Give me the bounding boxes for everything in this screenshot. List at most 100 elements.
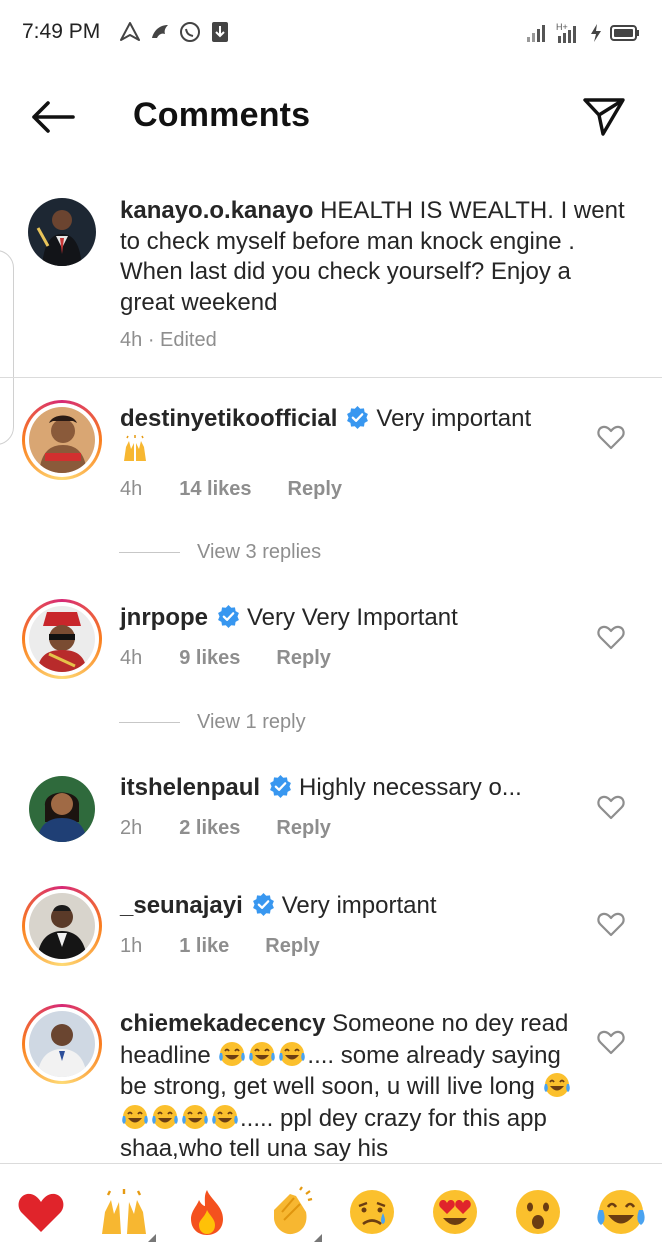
comment-username[interactable]: jnrpope [120,604,208,631]
reaction-fire[interactable] [181,1186,233,1238]
more-variants-indicator [314,1234,322,1242]
like-heart-icon[interactable] [597,1029,625,1055]
caption-edited: · Edited [147,329,217,351]
avatar[interactable] [28,198,96,266]
raising-hands-emoji [124,434,146,461]
status-time: 7:49 PM [22,20,101,43]
comment-time: 4h [120,647,143,669]
comment-text: chiemekadecency Someone no dey read head… [120,1009,590,1165]
avatar[interactable] [29,407,95,473]
verified-badge-icon [252,893,274,916]
comment-meta: 2h 2 likes Reply [120,817,331,840]
view-replies-line [119,722,180,723]
reaction-heart-eyes[interactable] [429,1186,481,1238]
comment-username[interactable]: itshelenpaul [120,774,260,801]
reaction-raising-hands[interactable] [98,1186,150,1238]
back-arrow-icon [32,101,75,133]
send-button[interactable] [578,94,630,140]
comment-time: 2h [120,817,143,839]
comment-username[interactable]: _seunajayi [120,892,243,919]
caption-time: 4h [120,329,143,351]
like-heart-icon[interactable] [597,424,625,450]
red-heart-icon [18,1193,64,1232]
avatar[interactable] [29,776,95,842]
battery-icon [610,24,640,47]
status-notification-icons [118,19,232,45]
reaction-astonished-face[interactable] [512,1186,564,1238]
avatar[interactable] [29,1011,95,1077]
download-icon [208,19,232,45]
reaction-tears-of-joy[interactable] [595,1186,647,1238]
hplus-signal-icon: H+ [556,22,582,49]
tears-of-joy-emoji [152,1104,178,1129]
comment-meta: 4h 14 likes Reply [120,478,342,501]
comments-header: Comments [0,66,662,170]
tears-of-joy-emoji [212,1104,238,1129]
comment-body: Very important [376,405,532,432]
view-replies-button[interactable]: View 3 replies [119,541,321,564]
tears-of-joy-emoji [279,1041,306,1066]
comment-body: Highly necessary o... [299,774,522,801]
like-heart-icon[interactable] [597,794,625,820]
post-caption: kanayo.o.kanayo HEALTH IS WEALTH. I went… [0,190,662,378]
comment-text: jnrpope Very Very Important [120,603,590,634]
comment-meta: 4h 9 likes Reply [120,647,331,670]
reaction-crying-face[interactable] [346,1186,398,1238]
reply-button[interactable]: Reply [276,817,330,840]
likes-count[interactable]: 2 likes [179,817,240,840]
clapping-hands-icon [274,1186,313,1235]
view-replies-label: View 1 reply [197,711,306,733]
svg-text:H+: H+ [556,22,568,32]
comment-text: _seunajayi Very important [120,891,590,922]
verified-badge-icon [218,605,239,628]
astonished-face-icon [516,1190,560,1234]
comment-text: itshelenpaul Highly necessary o... [120,773,590,804]
comment-username[interactable]: chiemekadecency [120,1010,325,1037]
tears-of-joy-icon [597,1190,645,1234]
avatar[interactable] [29,606,95,672]
tears-of-joy-emoji [543,1073,570,1097]
reaction-clapping-hands[interactable] [264,1186,316,1238]
caption-meta: 4h · Edited [120,329,217,352]
likes-count[interactable]: 9 likes [179,647,240,670]
reply-button[interactable]: Reply [288,478,342,501]
navigation-icon [118,19,142,45]
tears-of-joy-emoji [122,1104,148,1129]
likes-count[interactable]: 14 likes [179,478,251,501]
raising-hands-icon [102,1189,146,1234]
signal-icon [526,23,548,48]
quick-reaction-bar [0,1163,662,1250]
avatar[interactable] [29,893,95,959]
reaction-red-heart[interactable] [15,1186,67,1238]
view-replies-line [119,552,180,553]
like-heart-icon[interactable] [597,911,625,937]
comment-body: Very Very Important [247,604,458,631]
comment-time: 1h [120,935,143,957]
status-system-icons: H+ [526,22,640,49]
verified-badge-icon [347,406,369,429]
comment-body: Very important [281,892,437,919]
comment-username[interactable]: destinyetikoofficial [120,405,337,432]
page-title: Comments [133,96,311,134]
bird-icon [148,19,172,45]
likes-count[interactable]: 1 like [179,935,229,958]
crying-face-icon [350,1190,394,1234]
reply-button[interactable]: Reply [265,935,319,958]
whatsapp-icon [178,19,202,45]
caption-username[interactable]: kanayo.o.kanayo [120,197,313,224]
like-heart-icon[interactable] [597,624,625,650]
comment-time: 4h [120,478,143,500]
more-variants-indicator [148,1234,156,1242]
back-button[interactable] [26,94,78,140]
fire-icon [191,1190,223,1235]
reply-button[interactable]: Reply [276,647,330,670]
verified-badge-icon [270,775,291,798]
view-replies-button[interactable]: View 1 reply [119,711,306,734]
view-replies-label: View 3 replies [197,541,322,563]
comment-meta: 1h 1 like Reply [120,935,320,958]
status-bar: 7:49 PM H+ [0,0,662,66]
tears-of-joy-emoji [249,1041,276,1066]
comment-text: destinyetikoofficial Very important [120,404,590,466]
tears-of-joy-emoji [182,1104,208,1129]
charging-bolt-icon [590,23,602,48]
